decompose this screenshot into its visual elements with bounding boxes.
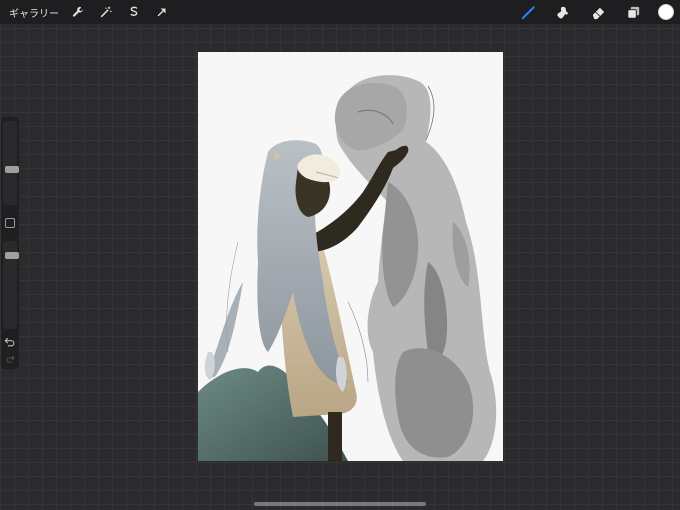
top-toolbar: ギャラリー xyxy=(0,0,680,24)
transform-arrow-icon[interactable] xyxy=(153,3,171,21)
layers-icon[interactable] xyxy=(622,1,644,23)
brush-size-slider[interactable] xyxy=(3,121,19,205)
artwork xyxy=(198,75,497,461)
brush-icon[interactable] xyxy=(517,1,539,23)
brush-size-handle[interactable] xyxy=(5,166,19,173)
side-toolbar xyxy=(1,117,19,369)
magic-wand-icon[interactable] xyxy=(97,3,115,21)
grey-figure xyxy=(334,75,497,461)
eraser-icon[interactable] xyxy=(587,1,609,23)
smudge-icon[interactable] xyxy=(552,1,574,23)
opacity-handle[interactable] xyxy=(5,252,19,259)
wrench-icon[interactable] xyxy=(69,3,87,21)
tool-group xyxy=(504,0,680,24)
opacity-slider[interactable] xyxy=(3,241,19,329)
drawing-canvas[interactable] xyxy=(198,52,503,461)
color-picker-button[interactable] xyxy=(658,4,674,20)
modify-square-icon[interactable] xyxy=(5,218,15,228)
undo-icon[interactable] xyxy=(3,335,17,349)
selection-icon[interactable] xyxy=(125,3,143,21)
redo-icon[interactable] xyxy=(3,353,17,365)
home-indicator xyxy=(254,502,426,506)
gallery-button[interactable]: ギャラリー xyxy=(9,5,59,20)
